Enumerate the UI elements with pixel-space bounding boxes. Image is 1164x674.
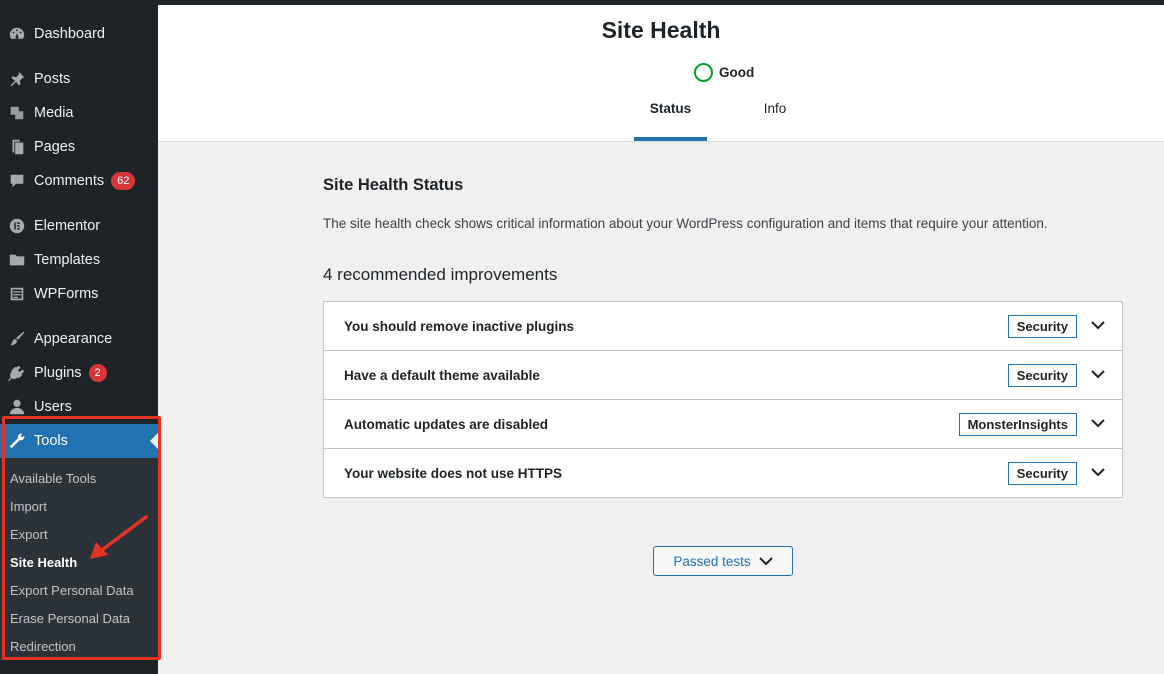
submenu-item-export[interactable]: Export [10,525,48,545]
sidebar-item-plugins[interactable]: Plugins 2 [0,356,158,390]
media-icon [0,104,34,122]
tab-info[interactable]: Info [744,101,806,141]
health-status-indicator: Good [694,63,754,82]
sidebar-item-label: Plugins [34,365,82,381]
brush-icon [0,330,34,348]
sidebar-item-label: Users [34,399,72,415]
chevron-down-icon[interactable] [1090,417,1106,429]
sidebar-item-posts[interactable]: Posts [0,62,158,96]
sidebar-item-label: Elementor [34,218,101,234]
sidebar-item-label: Pages [34,139,76,155]
sidebar-item-tools[interactable]: Tools [0,424,158,458]
sidebar-item-users[interactable]: Users [0,390,158,424]
health-status-text: Good [719,65,755,80]
tools-submenu: Available Tools Import Export Site Healt… [0,458,158,660]
section-title: Site Health Status [323,176,464,194]
chevron-down-icon[interactable] [1090,466,1106,478]
sidebar-item-comments[interactable]: Comments 62 [0,164,158,198]
sidebar-item-label: Comments [34,173,105,189]
page-title: Site Health [601,17,721,43]
issue-row[interactable]: Have a default theme available Security [324,351,1122,400]
pages-icon [0,138,34,156]
sidebar-item-appearance[interactable]: Appearance [0,322,158,356]
sidebar-item-pages[interactable]: Pages [0,130,158,164]
forms-icon [0,285,34,303]
page-header: Site Health Good Status Info [158,0,1164,142]
sidebar-item-wpforms[interactable]: WPForms [0,277,158,311]
comments-count-badge: 62 [111,172,136,190]
sidebar-item-label: Media [34,105,74,121]
dashboard-icon [0,25,34,43]
pin-icon [0,70,34,88]
plugin-icon [0,364,34,382]
sidebar-item-elementor[interactable]: Elementor [0,209,158,243]
sidebar-item-templates[interactable]: Templates [0,243,158,277]
folder-icon [0,251,34,269]
elementor-icon [0,217,34,235]
chevron-down-icon[interactable] [1090,319,1106,331]
submenu-item-import[interactable]: Import [10,497,47,517]
wrench-icon [0,432,34,450]
active-caret-icon [150,433,158,449]
chevron-down-icon [758,557,773,566]
submenu-item-available-tools[interactable]: Available Tools [10,469,96,489]
issue-row[interactable]: Automatic updates are disabled MonsterIn… [324,400,1122,449]
user-icon [0,398,34,416]
sidebar-item-media[interactable]: Media [0,96,158,130]
plugins-count-badge: 2 [88,364,107,382]
comment-icon [0,172,34,190]
sidebar-item-label: WPForms [34,286,99,302]
tab-status[interactable]: Status [634,101,707,141]
submenu-item-export-personal-data[interactable]: Export Personal Data [10,581,134,601]
passed-tests-label: Passed tests [673,553,751,569]
sidebar-item-dashboard[interactable]: Dashboard [0,17,158,51]
health-progress-circle-icon [694,63,713,82]
improvements-heading: 4 recommended improvements [323,265,558,284]
issue-label: You should remove inactive plugins [344,318,575,334]
submenu-item-site-health[interactable]: Site Health [10,553,77,573]
submenu-item-erase-personal-data[interactable]: Erase Personal Data [10,609,130,629]
issue-label: Your website does not use HTTPS [344,465,563,481]
issues-accordion: You should remove inactive plugins Secur… [323,301,1123,498]
issue-label: Automatic updates are disabled [344,416,549,432]
issue-category-badge: Security [1007,314,1077,338]
sidebar-item-label: Appearance [34,331,113,347]
sidebar-item-label: Posts [34,71,71,87]
sidebar-item-label: Tools [34,433,68,449]
passed-tests-button[interactable]: Passed tests [653,546,793,576]
sidebar-item-label: Dashboard [34,26,105,42]
issue-category-badge: Security [1007,461,1077,485]
issue-category-badge: MonsterInsights [958,412,1077,436]
issue-row[interactable]: Your website does not use HTTPS Security [324,449,1122,497]
section-description: The site health check shows critical inf… [323,216,1048,231]
sidebar-item-label: Templates [34,252,101,268]
admin-sidebar: Dashboard Posts Media Pages Comments 62 … [0,0,158,674]
submenu-item-redirection[interactable]: Redirection [10,637,76,657]
issue-category-badge: Security [1007,363,1077,387]
chevron-down-icon[interactable] [1090,368,1106,380]
issue-label: Have a default theme available [344,367,540,383]
issue-row[interactable]: You should remove inactive plugins Secur… [324,302,1122,351]
